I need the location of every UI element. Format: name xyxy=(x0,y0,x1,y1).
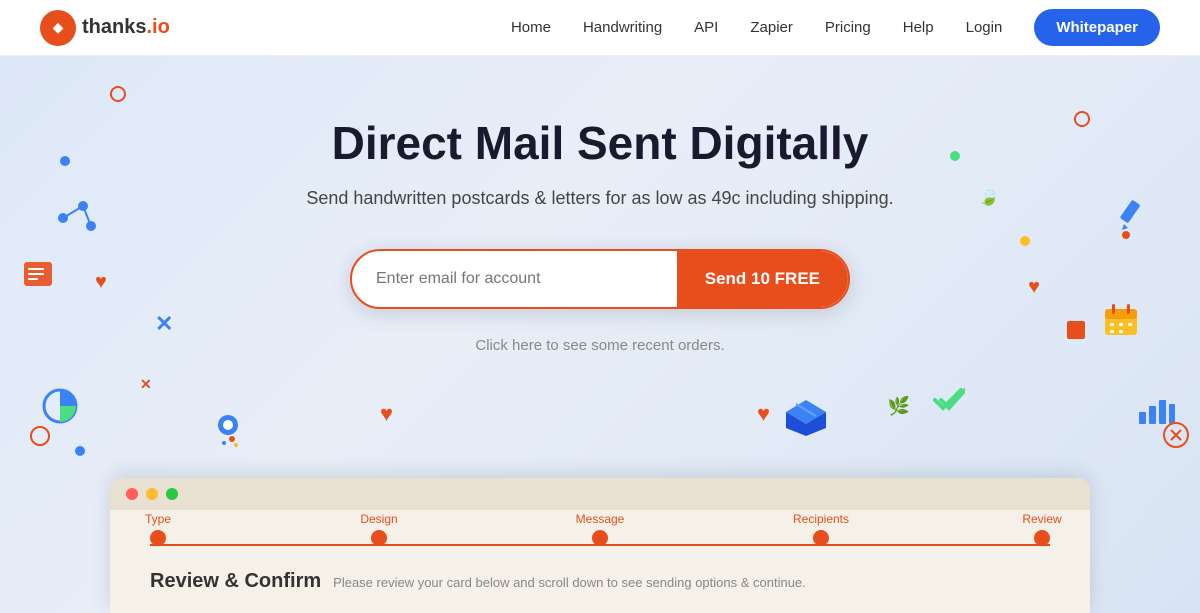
nav-help[interactable]: Help xyxy=(903,19,934,36)
email-form: Send 10 FREE xyxy=(350,249,850,309)
deco-circle-top-left xyxy=(110,86,126,102)
deco-heart-right: ♥ xyxy=(1028,276,1040,299)
send-free-button[interactable]: Send 10 FREE xyxy=(677,251,848,307)
review-section: Review & Confirm Please review your card… xyxy=(150,570,1050,593)
hero-subtitle: Send handwritten postcards & letters for… xyxy=(306,188,893,209)
nav-login[interactable]: Login xyxy=(966,19,1003,36)
deco-pencil-icon xyxy=(1114,196,1150,237)
nav-zapier[interactable]: Zapier xyxy=(750,19,793,36)
nav-handwriting[interactable]: Handwriting xyxy=(583,19,662,36)
logo-text: thanks.io xyxy=(82,16,170,39)
deco-calendar-icon xyxy=(1102,301,1140,344)
nav-api[interactable]: API xyxy=(694,19,718,36)
card-body: Type Design Message Recipients Review xyxy=(110,510,1090,613)
step-message: Message xyxy=(592,530,608,546)
step-design: Design xyxy=(371,530,387,546)
dot-yellow xyxy=(146,488,158,500)
preview-card: Type Design Message Recipients Review xyxy=(110,478,1090,613)
deco-circle-bottom xyxy=(30,426,50,446)
deco-heart-left: ♥ xyxy=(95,271,107,294)
card-titlebar xyxy=(110,478,1090,510)
deco-leaf-top-right: 🍃 xyxy=(978,186,1000,207)
deco-pie-chart xyxy=(40,386,80,431)
deco-heart-center: ♥ xyxy=(757,401,770,427)
deco-dot-blue-1 xyxy=(60,156,70,166)
whitepaper-button[interactable]: Whitepaper xyxy=(1034,9,1160,46)
review-desc: Please review your card below and scroll… xyxy=(333,575,806,590)
deco-graph-icon xyxy=(55,196,99,245)
logo[interactable]: thanks.io xyxy=(40,10,170,46)
deco-dot-blue-bottom xyxy=(75,446,85,456)
recent-orders-link[interactable]: Click here to see some recent orders. xyxy=(475,337,724,354)
dot-green xyxy=(166,488,178,500)
deco-dot-green xyxy=(950,151,960,161)
review-title: Review & Confirm xyxy=(150,570,321,593)
deco-orange-square xyxy=(1067,321,1085,339)
email-input[interactable] xyxy=(352,270,677,288)
dot-red xyxy=(126,488,138,500)
deco-box-icon xyxy=(782,396,830,441)
nav-links: Home Handwriting API Zapier Pricing Help… xyxy=(511,9,1160,46)
hero-title: Direct Mail Sent Digitally xyxy=(332,116,869,170)
deco-circle-x-icon xyxy=(1162,421,1190,454)
deco-dot-yellow xyxy=(1020,236,1030,246)
deco-x-blue: ✕ xyxy=(155,311,173,337)
deco-dot-red xyxy=(1122,231,1130,239)
nav-home[interactable]: Home xyxy=(511,19,551,36)
logo-icon xyxy=(40,10,76,46)
navbar: thanks.io Home Handwriting API Zapier Pr… xyxy=(0,0,1200,56)
step-type: Type xyxy=(150,530,166,546)
deco-circle-top-right xyxy=(1074,111,1090,127)
deco-barchart-icon xyxy=(1139,396,1175,429)
deco-leaf-bottom-right: 🌿 xyxy=(888,396,910,417)
deco-check-icon xyxy=(933,386,965,419)
deco-location-icon xyxy=(210,411,246,456)
step-recipients: Recipients xyxy=(813,530,829,546)
deco-heart-bottom: ♥ xyxy=(380,401,393,427)
deco-x-small: ✕ xyxy=(140,376,152,394)
steps-indicator: Type Design Message Recipients Review xyxy=(150,530,1050,546)
deco-clipboard-icon xyxy=(20,256,56,297)
step-review: Review xyxy=(1034,530,1050,546)
hero-section: ♥ ✕ ✕ xyxy=(0,56,1200,613)
nav-pricing[interactable]: Pricing xyxy=(825,19,871,36)
